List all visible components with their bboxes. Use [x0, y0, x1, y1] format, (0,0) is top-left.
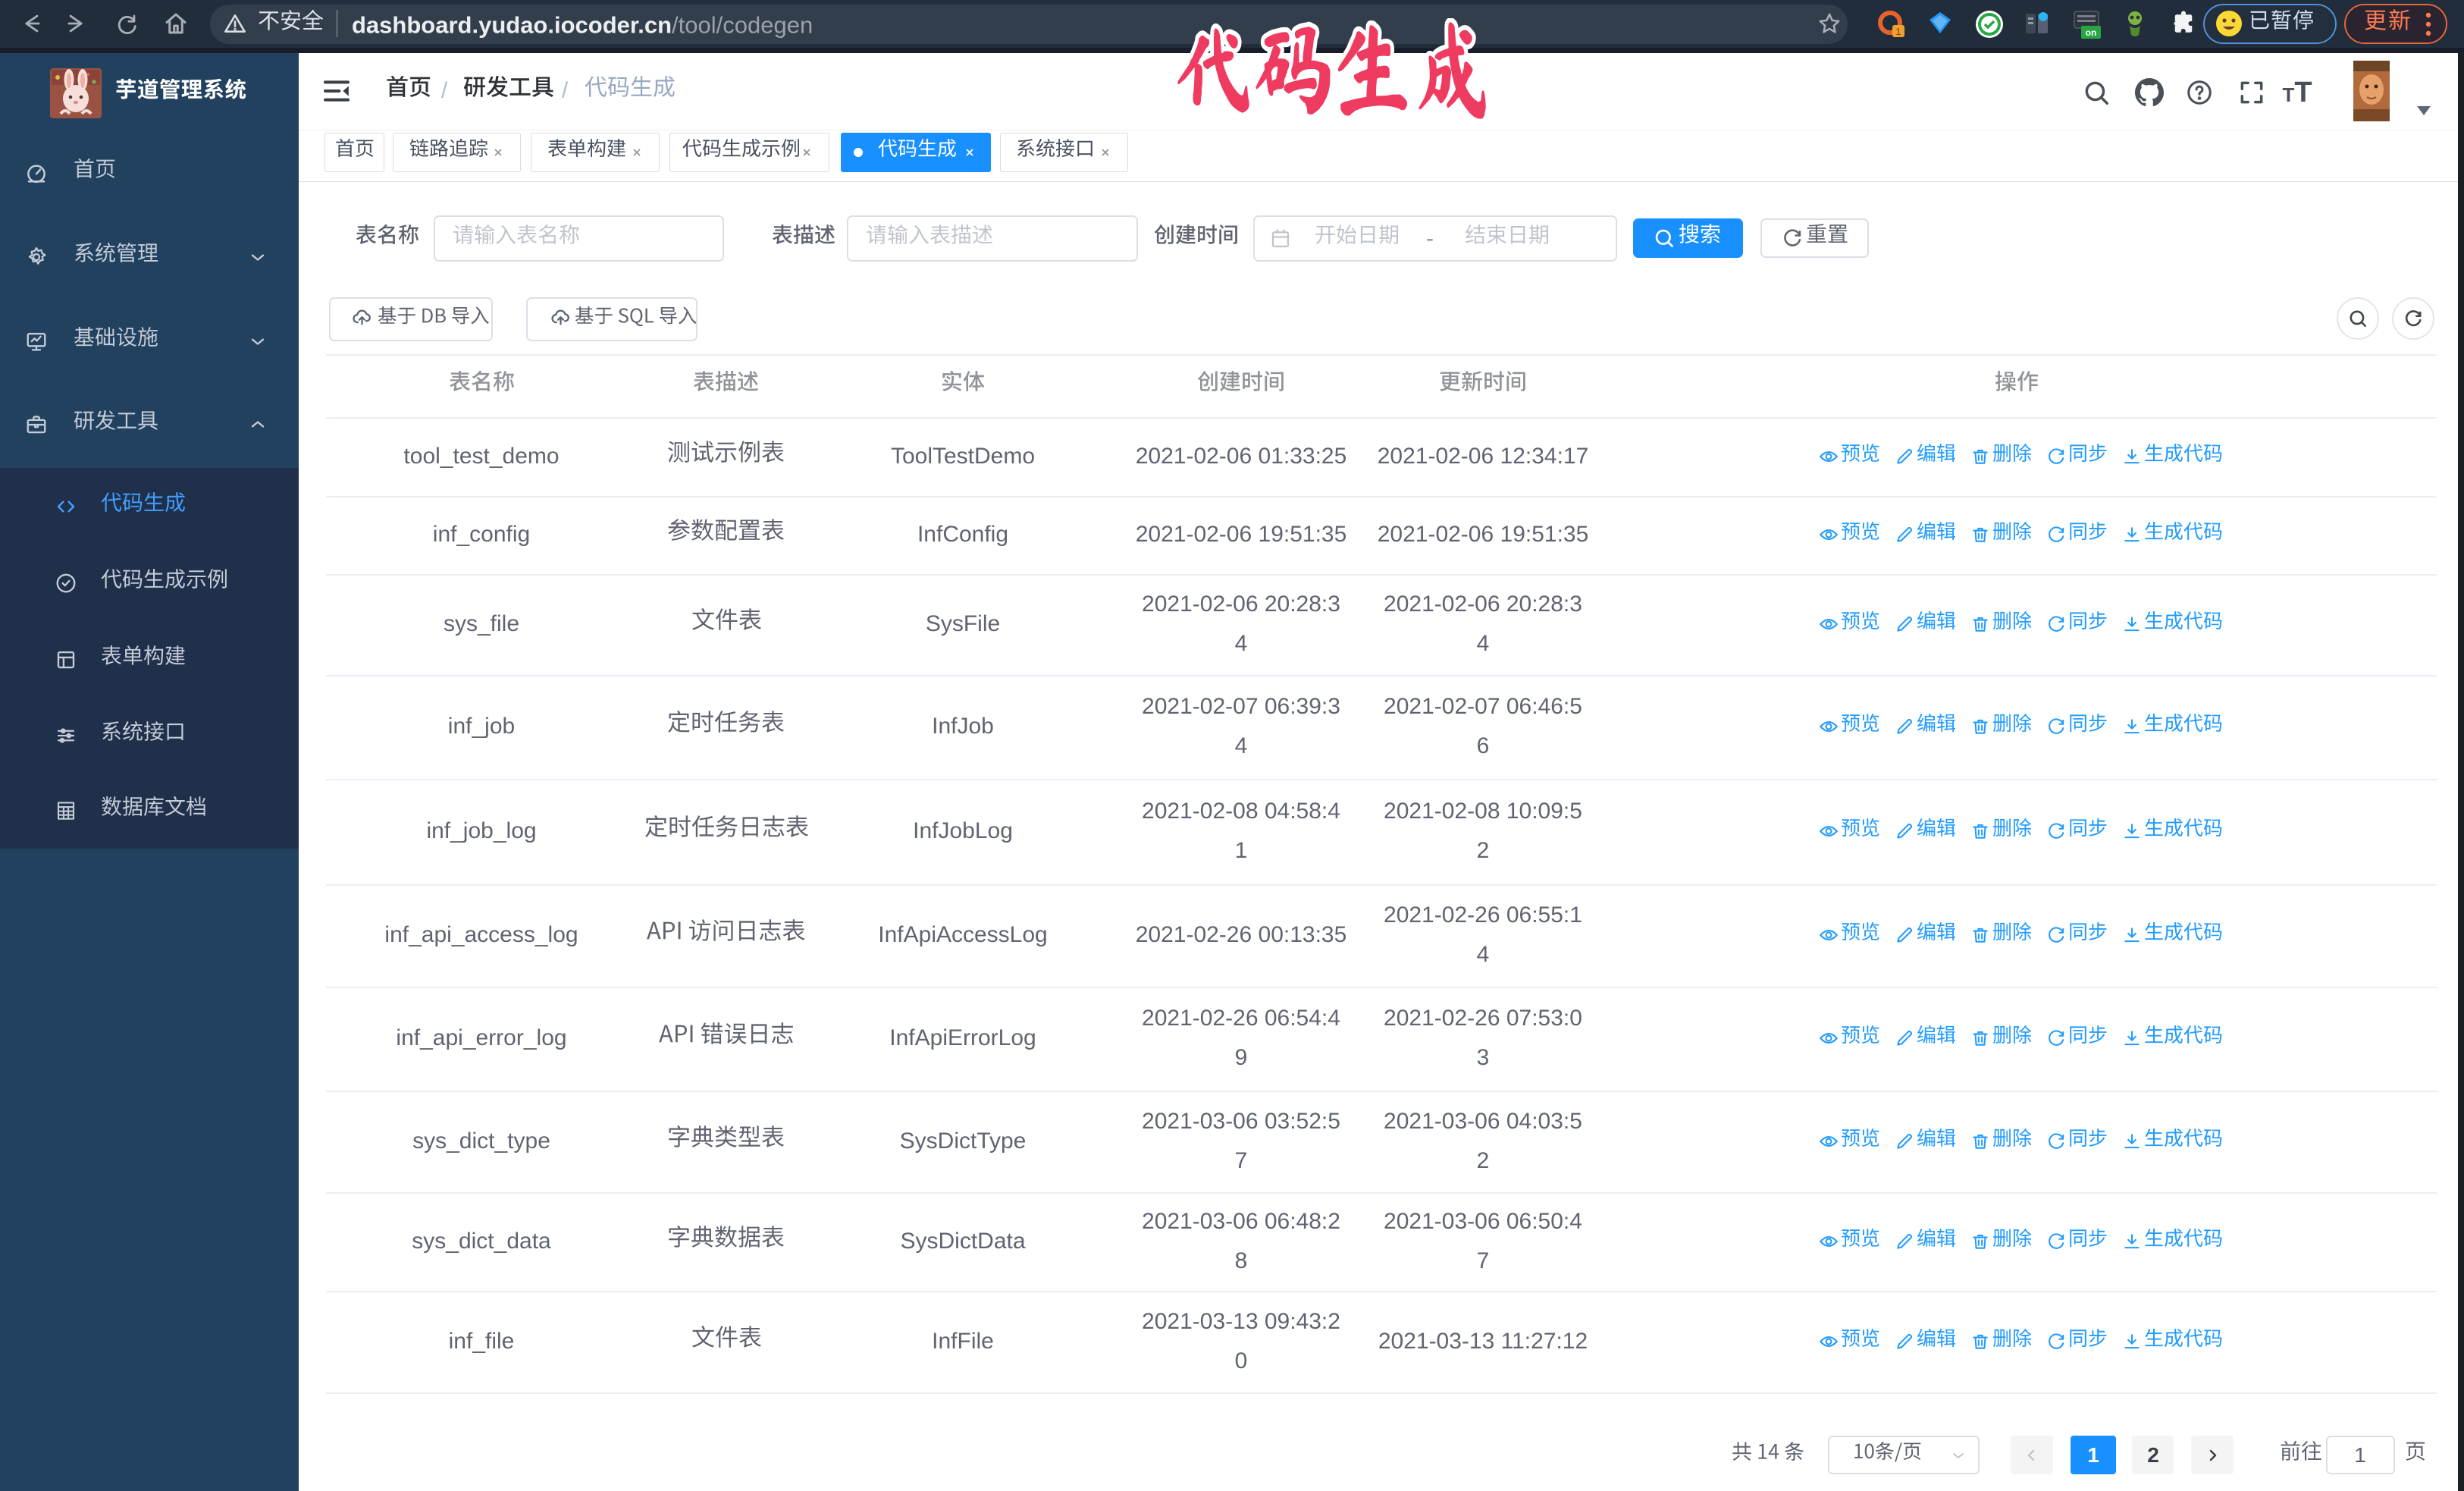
svg-text:on: on	[2086, 27, 2097, 38]
svg-text:1: 1	[1895, 26, 1901, 37]
